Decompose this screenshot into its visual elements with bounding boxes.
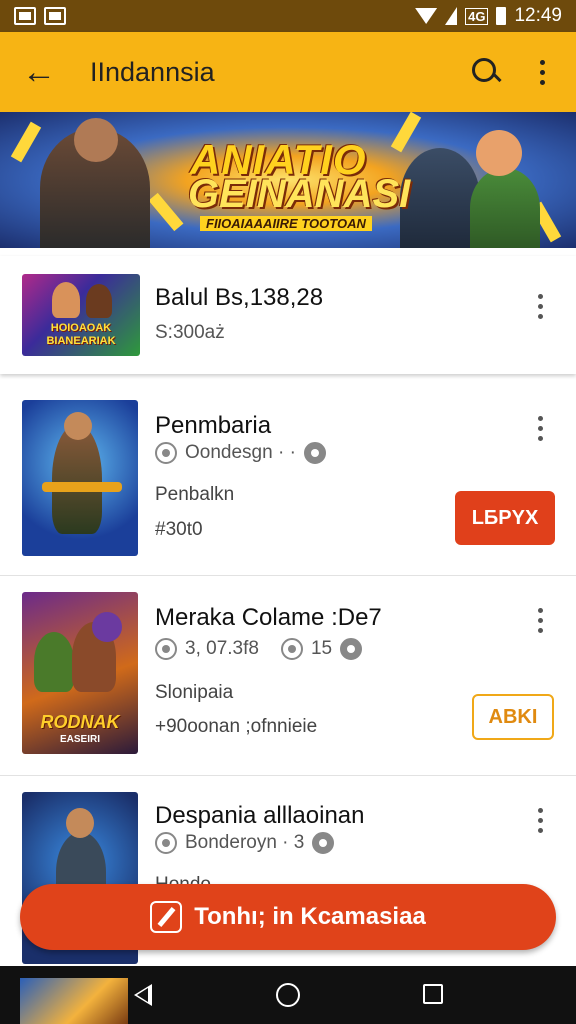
more-options-icon[interactable]	[530, 59, 554, 85]
game-thumb-subtitle: EASEIRI	[59, 734, 100, 745]
network-type-badge: 4G	[465, 7, 489, 25]
nav-home-icon[interactable]	[276, 983, 300, 1007]
item-more-icon[interactable]	[528, 416, 552, 441]
featured-game-price: S:300aż	[155, 322, 225, 343]
status-bar: 4G 12:49	[0, 0, 576, 32]
game-thumbnail: RODNAK EASEIRI	[22, 592, 138, 754]
install-button[interactable]: LБPYX	[455, 491, 555, 545]
wifi-icon	[415, 8, 438, 24]
game-name: Despania alllaoinan	[155, 802, 365, 829]
featured-more-icon[interactable]	[528, 294, 552, 319]
game-category: Penbalkn	[155, 484, 235, 505]
game-category: Slonipaia	[155, 682, 234, 703]
banner-character-kid	[470, 168, 540, 248]
nav-back-icon[interactable]	[134, 984, 152, 1006]
back-arrow-icon[interactable]: ←	[22, 53, 62, 92]
game-name: Penmbaria	[155, 412, 272, 439]
featured-game-name: Balul Bs,138,28	[155, 284, 324, 311]
nav-recents-icon[interactable]	[423, 984, 443, 1004]
banner-subtitle: GEINANASI	[188, 172, 411, 216]
featured-game-thumbnail: HOIOAOAK BIANEARIAK	[22, 274, 140, 356]
battery-icon	[496, 7, 507, 25]
download-icon	[155, 638, 177, 660]
game-stats: 3, 07.3f8 15	[155, 638, 363, 660]
system-nav-bar	[0, 966, 576, 1024]
game-thumb-title: RODNAK	[40, 712, 120, 732]
banner-character-head-left	[74, 118, 118, 162]
rating-badge-icon	[312, 832, 335, 854]
edit-icon	[150, 901, 183, 933]
search-icon[interactable]	[466, 52, 506, 92]
signal-icon	[445, 7, 458, 25]
notification-icon-2	[44, 7, 66, 25]
item-more-icon[interactable]	[528, 808, 552, 833]
game-developer: Oondesgn · ·	[155, 442, 326, 464]
primary-action-label: Tonhı; in Kcamasiaa	[194, 903, 426, 930]
players-icon	[280, 638, 303, 660]
rating-badge-icon	[340, 638, 363, 660]
list-item[interactable]: Penmbaria Oondesgn · · Penbalkn #30t0 LБ…	[0, 384, 576, 574]
game-name: Meraka Colame :De7	[155, 604, 382, 631]
app-bar: ← IIndannsia	[0, 32, 576, 112]
banner-character-right	[400, 148, 480, 248]
game-thumbnail	[22, 400, 138, 556]
featured-game-card[interactable]: HOIOAOAK BIANEARIAK Balul Bs,138,28 S:30…	[0, 256, 576, 374]
recent-app-thumbnail[interactable]	[20, 978, 128, 1024]
rating-badge-icon	[303, 442, 326, 464]
promo-banner[interactable]: ANIATIO GEINANASI FIIOAIAAAIIRE TOOTOAN	[0, 112, 576, 248]
developer-icon	[155, 832, 177, 854]
list-item[interactable]: RODNAK EASEIRI Meraka Colame :De7 3, 07.…	[0, 576, 576, 774]
primary-action-button[interactable]: Tonhı; in Kcamasiaa	[20, 884, 556, 950]
item-more-icon[interactable]	[528, 608, 552, 633]
banner-tagline: FIIOAIAAAIIRE TOOTOAN	[200, 216, 372, 231]
game-developer: Bonderoyn · 3	[155, 832, 335, 854]
banner-character-head-kid	[476, 130, 522, 176]
game-price: #30t0	[155, 519, 203, 540]
status-time: 12:49	[514, 5, 562, 26]
open-button[interactable]: ABKI	[472, 694, 554, 740]
page-title: IIndannsia	[90, 56, 215, 87]
featured-thumb-text: HOIOAOAK BIANEARIAK	[46, 322, 116, 347]
game-downloads: +90oonan ;ofnnieie	[155, 716, 318, 737]
developer-icon	[155, 442, 177, 464]
notification-icon	[14, 7, 36, 25]
